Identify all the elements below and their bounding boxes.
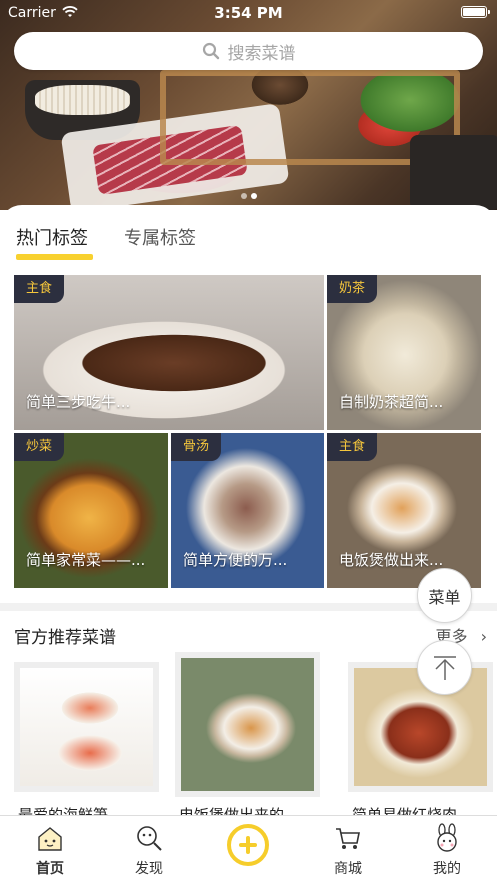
tab-home-label: 首页 <box>36 861 64 877</box>
recipe-tag: 主食 <box>14 275 65 303</box>
tab-exclusive-tags[interactable]: 专属标签 <box>124 224 196 250</box>
recipe-tag: 主食 <box>327 433 378 461</box>
recipe-title: 电饭煲做出来... <box>339 551 444 569</box>
app-screen: Carrier 3:54 PM 搜索菜谱 热门标签 专属标签 主食 简单三步吃牛… <box>0 0 497 883</box>
chevron-right-icon: › <box>480 627 487 646</box>
recipe-title: 简单三步吃牛... <box>26 393 131 411</box>
tab-profile[interactable]: 我的 <box>407 815 487 883</box>
recipe-image <box>175 652 320 797</box>
tab-home[interactable]: 首页 <box>10 815 90 883</box>
tab-profile-label: 我的 <box>433 861 461 877</box>
recipe-card[interactable]: 炒菜 简单家常菜——... <box>14 433 168 588</box>
recipe-card[interactable]: 奶茶 自制奶茶超简... <box>327 275 481 430</box>
cart-icon <box>336 828 360 849</box>
tab-discover-label: 发现 <box>135 861 163 877</box>
scroll-top-button[interactable] <box>417 640 472 695</box>
recipe-title: 简单方便的万... <box>183 551 288 569</box>
section-title: 官方推荐菜谱 <box>14 628 116 648</box>
discover-icon <box>137 826 162 851</box>
carousel-dots <box>0 184 497 203</box>
tab-mall-label: 商城 <box>334 861 362 877</box>
carousel-dot[interactable] <box>250 193 257 199</box>
status-bar: Carrier 3:54 PM <box>0 0 497 26</box>
recipe-tag: 骨汤 <box>171 433 222 461</box>
recipe-card[interactable]: 骨汤 简单方便的万... <box>171 433 324 588</box>
recipe-title: 自制奶茶超简... <box>339 393 444 411</box>
recipe-image <box>14 662 159 792</box>
clock: 3:54 PM <box>214 4 283 22</box>
recipe-title: 简单家常菜——... <box>26 551 146 569</box>
menu-button[interactable]: 菜单 <box>417 568 472 623</box>
tab-discover[interactable]: 发现 <box>109 815 189 883</box>
search-icon <box>202 42 219 60</box>
arrow-up-icon <box>433 655 456 680</box>
recommended-card[interactable]: 电饭煲做出来的... <box>175 652 320 824</box>
carousel-dot[interactable] <box>240 193 247 199</box>
active-tab-indicator <box>16 254 93 260</box>
battery-icon <box>461 6 490 18</box>
recipe-tag: 炒菜 <box>14 433 65 461</box>
search-bar[interactable]: 搜索菜谱 <box>14 32 483 70</box>
search-placeholder: 搜索菜谱 <box>227 43 296 64</box>
profile-icon <box>437 823 457 852</box>
home-icon <box>38 827 62 851</box>
recipe-card[interactable]: 主食 电饭煲做出来... <box>327 433 481 588</box>
menu-button-label: 菜单 <box>428 587 461 607</box>
tab-hot-tags[interactable]: 热门标签 <box>16 224 88 250</box>
recipe-tag: 奶茶 <box>327 275 378 303</box>
banner-noodle-graphic <box>35 85 130 115</box>
recommended-card[interactable]: 最爱的海鲜笋... <box>14 652 159 824</box>
tab-mall[interactable]: 商城 <box>308 815 388 883</box>
recipe-card[interactable]: 主食 简单三步吃牛... <box>14 275 324 430</box>
add-icon[interactable] <box>227 824 269 866</box>
